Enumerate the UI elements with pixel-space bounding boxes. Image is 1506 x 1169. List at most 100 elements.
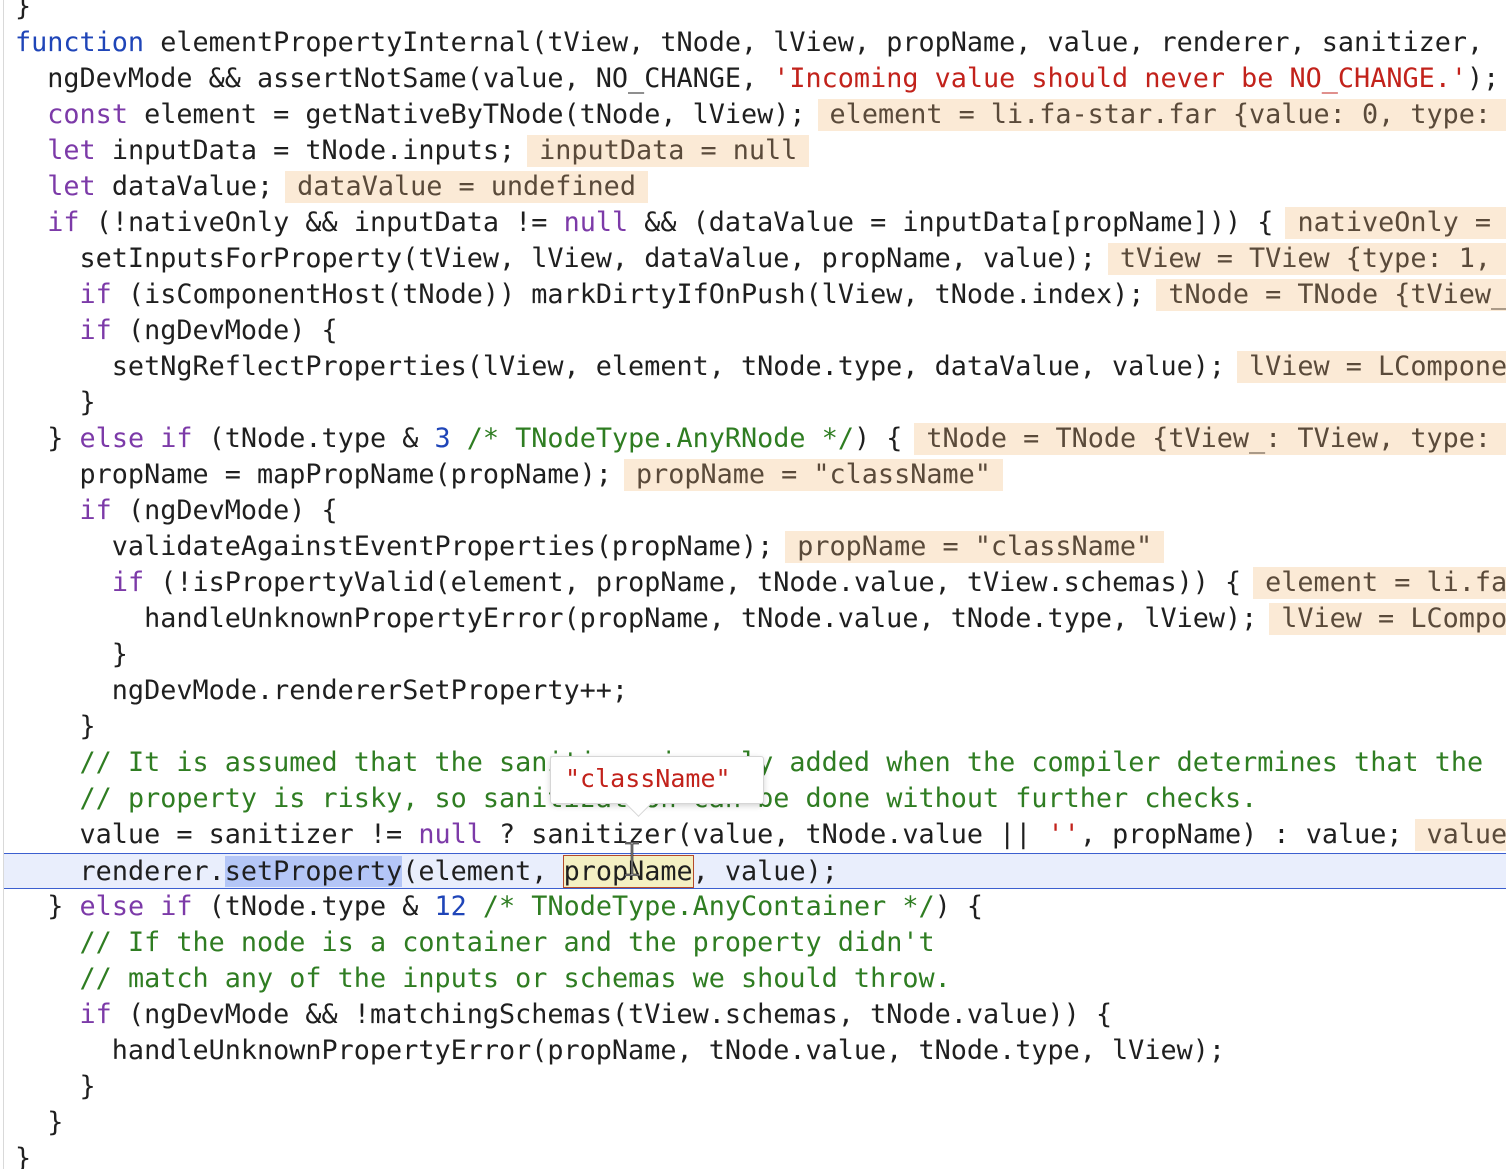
code-line: validateAgainstEventProperties(propName)… [15,529,1165,565]
value-hover-tooltip: "className" [550,756,764,817]
code-editor[interactable]: } function elementPropertyInternal(tView,… [0,0,1506,1169]
inline-debug-value[interactable]: dataValue = undefined [285,171,648,203]
code-token: renderer. [79,856,225,887]
code-keyword: if [79,279,112,310]
selected-method-token[interactable]: setProperty [224,856,403,887]
code-token: } [15,639,128,670]
inline-debug-value[interactable]: tNode = TNode {tView_: TView, type: 2, …… [914,423,1506,455]
code-comment: // match any of the inputs or schemas we… [79,963,951,994]
inline-debug-value[interactable]: lView = LComponentView [1269,603,1506,635]
code-token: setInputsForProperty(tView, lView, dataV… [15,243,1096,274]
code-token: (element, [402,856,564,887]
code-keyword: function [15,27,145,58]
code-token: element = getNativeByTNode(tNode, lView)… [127,99,806,130]
inline-debug-value[interactable]: inputData = null [527,135,810,167]
code-string: '' [1047,819,1080,850]
current-execution-line: renderer.setProperty(element, propName, … [4,853,1506,889]
code-token: (isComponentHost(tNode)) markDirtyIfOnPu… [111,279,1145,310]
inline-debug-value[interactable]: tView = TView {type: 1, …} [1107,243,1506,275]
code-keyword: let [47,135,96,166]
tooltip-value: "className" [565,764,731,793]
code-string: 'Incoming value should never be NO_CHANG… [773,63,1467,94]
code-line: } [15,1141,31,1169]
code-line: } [15,0,31,25]
code-token: (!isPropertyValid(element, propName, tNo… [144,567,1242,598]
code-line: handleUnknownPropertyError(propName, tNo… [15,601,1506,637]
code-line: } else if (tNode.type & 12 /* TNodeType.… [15,889,983,925]
code-line: if (!isPropertyValid(element, propName, … [15,565,1506,601]
text-cursor-icon [625,842,639,876]
code-line: propName = mapPropName(propName); propNam… [15,457,1003,493]
code-token: handleUnknownPropertyError(propName, tNo… [15,1035,1225,1066]
inline-debug-value[interactable]: element = li.fa-star.far [1253,567,1506,599]
code-comment: /* TNodeType.AnyRNode */ [466,423,854,454]
code-keyword: null [418,819,483,850]
code-token: } [15,1071,96,1102]
code-token: propName = mapPropName(propName); [15,459,612,490]
inline-debug-value[interactable]: propName = "className" [785,531,1165,563]
code-token: } [15,711,96,742]
code-token: ); [1467,63,1500,94]
code-token: , value); [692,856,838,887]
editor-gutter [3,0,4,1169]
code-token: ? sanitizer(value, tNode.value || [482,819,1048,850]
inline-debug-value[interactable]: propName = "className" [623,459,1003,491]
code-line: let inputData = tNode.inputs; inputData =… [15,133,810,169]
code-token: dataValue; [95,171,274,202]
code-token: } [15,1143,32,1169]
inline-debug-value[interactable]: element = li.fa-star.far {value: 0, type… [817,99,1506,131]
code-line: if (!nativeOnly && inputData != null && … [15,205,1506,241]
code-keyword: 3 [434,423,451,454]
code-comment: // If the node is a container and the pr… [79,927,935,958]
inline-debug-value[interactable]: value = "far fa-star" [1414,819,1506,851]
code-token: } [15,0,32,22]
code-token: (tNode.type & [192,891,435,922]
code-line: } [15,637,128,673]
code-line: let dataValue; dataValue = undefined [15,169,648,205]
inline-debug-value[interactable]: tNode = TNode {tView_: TView, …} [1156,279,1506,311]
code-line: handleUnknownPropertyError(propName, tNo… [15,1033,1225,1069]
code-token: elementPropertyInternal(tView, tNode, lV… [144,27,1500,58]
code-keyword: let [47,171,96,202]
code-line: } [15,709,96,745]
code-line: } [15,385,96,421]
code-keyword: if [79,315,112,346]
code-line: setNgReflectProperties(lView, element, t… [15,349,1506,385]
code-keyword: if [79,999,112,1030]
inline-debug-value[interactable]: nativeOnly = false [1285,207,1506,239]
code-keyword: if [111,567,145,598]
code-line: value = sanitizer != null ? sanitizer(va… [15,817,1506,853]
code-token: (ngDevMode) { [111,495,338,526]
code-line: } else if (tNode.type & 3 /* TNodeType.A… [15,421,1506,457]
code-token: handleUnknownPropertyError(propName, tNo… [15,603,1258,634]
code-token: ) { [853,423,903,454]
code-token: , propName) : value; [1079,819,1403,850]
code-token: (!nativeOnly && inputData != [79,207,564,238]
code-line: } [15,1069,96,1105]
code-token: ) { [934,891,984,922]
code-keyword: else if [79,891,193,922]
inline-debug-value[interactable]: lView = LComponentView(…) [1236,351,1506,383]
code-line: if (ngDevMode) { [15,313,338,349]
code-token: setNgReflectProperties(lView, element, t… [15,351,1225,382]
code-token: inputData = tNode.inputs; [95,135,516,166]
code-keyword: if [47,207,80,238]
code-line: } [15,1105,63,1141]
code-line: ngDevMode && assertNotSame(value, NO_CHA… [15,61,1499,97]
code-keyword: null [563,207,629,238]
code-line: // If the node is a container and the pr… [15,925,935,961]
code-token: } [15,891,80,922]
code-comment: /* TNodeType.AnyContainer */ [482,891,935,922]
